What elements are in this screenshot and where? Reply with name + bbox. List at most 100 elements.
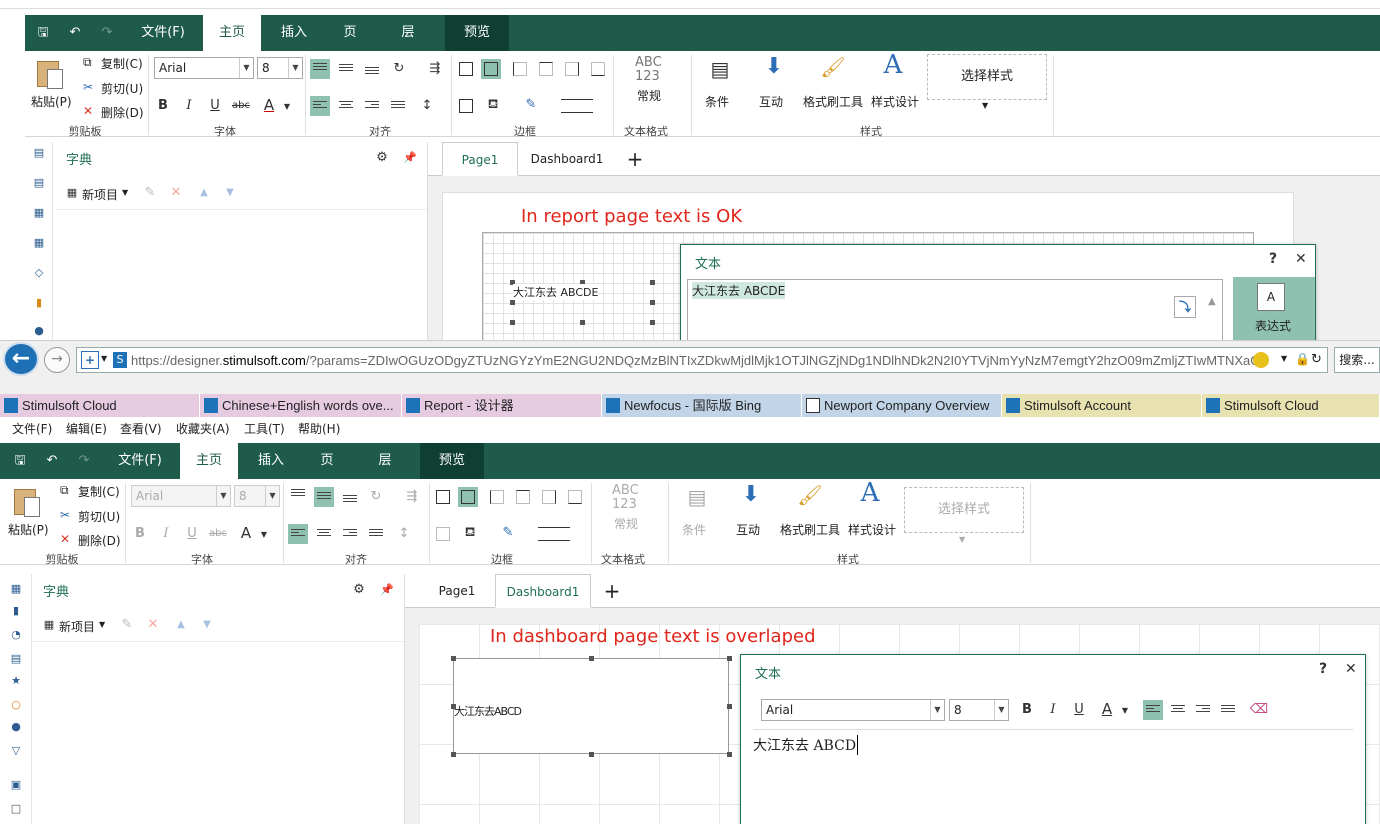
insert-expression-icon[interactable]: ⤵ — [1174, 296, 1196, 318]
text-editor-area[interactable]: 大江东去 ABCDE ⤵ ▲ — [687, 279, 1223, 340]
pin-icon[interactable]: 📌 — [377, 580, 397, 600]
tab-page1[interactable]: Page1 — [442, 142, 518, 176]
align-right-icon[interactable] — [1196, 705, 1210, 717]
text-format-button[interactable]: 常规 — [614, 515, 638, 532]
search-box[interactable]: 搜索... — [1334, 347, 1380, 373]
text-component[interactable]: 大江东去 ABCDE — [510, 280, 655, 325]
move-down-icon[interactable]: ▼ — [220, 183, 240, 203]
fill-color-icon[interactable]: ⛾ — [460, 523, 480, 543]
font-family-select[interactable]: Arial ▼ — [761, 699, 945, 721]
add-icon[interactable]: + — [81, 351, 99, 369]
condition-button[interactable]: 条件 — [705, 93, 729, 110]
undo-icon[interactable]: ↶ — [65, 23, 85, 43]
bold-button[interactable]: B — [153, 96, 173, 116]
menu-help[interactable]: 帮助(H) — [298, 420, 340, 437]
move-up-icon[interactable]: ▲ — [194, 183, 214, 203]
save-icon[interactable]: 🖫 — [10, 451, 30, 471]
font-family-select[interactable]: Arial ▼ — [154, 57, 254, 79]
tab-file[interactable]: 文件(F) — [131, 15, 195, 51]
tab-preview[interactable]: 预览 — [420, 443, 484, 479]
gear-icon[interactable]: ⚙ — [349, 580, 369, 600]
select-style-button[interactable]: 选择样式 — [927, 54, 1047, 100]
add-page-icon[interactable]: + — [620, 142, 650, 176]
cut-button[interactable]: 剪切(U) — [78, 508, 120, 525]
data-band-icon[interactable]: ▦ — [32, 206, 46, 220]
menu-file[interactable]: 文件(F) — [12, 420, 52, 437]
new-item-button[interactable]: 新项目 — [59, 618, 95, 635]
border-style-icon[interactable] — [561, 99, 593, 113]
redo-icon[interactable]: ↷ — [74, 451, 94, 471]
border-color-icon[interactable]: ✎ — [521, 95, 541, 115]
select-style-button[interactable]: 选择样式 — [904, 487, 1024, 533]
word-wrap-icon[interactable]: ⇶ — [402, 487, 422, 507]
menu-edit[interactable]: 编辑(E) — [66, 420, 107, 437]
border-right-icon[interactable] — [542, 490, 556, 504]
border-bottom-icon[interactable] — [591, 62, 605, 76]
edit-icon[interactable]: ✎ — [117, 615, 137, 635]
align-center-icon[interactable] — [1171, 705, 1185, 717]
tab-page[interactable]: 页 — [302, 443, 352, 479]
image-icon[interactable]: ▣ — [9, 778, 23, 792]
italic-button[interactable]: I — [1043, 700, 1063, 720]
format-painter-button[interactable]: 格式刷工具 — [780, 521, 840, 538]
shapes-icon[interactable]: ◇ — [32, 266, 46, 280]
italic-button[interactable]: I — [156, 524, 176, 544]
gear-icon[interactable]: ⚙ — [372, 148, 392, 168]
border-color-icon[interactable]: ✎ — [498, 523, 518, 543]
format-painter-button[interactable]: 格式刷工具 — [803, 93, 863, 110]
pivot-icon[interactable]: ▤ — [9, 652, 23, 666]
interaction-button[interactable]: 互动 — [759, 93, 783, 110]
underline-button[interactable]: U — [1069, 700, 1089, 720]
bold-button[interactable]: B — [130, 524, 150, 544]
menu-tools[interactable]: 工具(T) — [244, 420, 285, 437]
interaction-button[interactable]: 互动 — [736, 521, 760, 538]
table-icon[interactable]: ▦ — [9, 582, 23, 596]
rotate-text-icon[interactable]: ↻ — [389, 59, 409, 79]
favorite-item[interactable]: Newport Company Overview — [802, 394, 1002, 417]
favorite-item[interactable]: Report - 设计器 — [402, 394, 602, 417]
delete-button[interactable]: 删除(D) — [78, 532, 121, 549]
copy-button[interactable]: 复制(C) — [101, 55, 143, 72]
tab-page[interactable]: 页 — [325, 15, 375, 51]
chart-icon[interactable]: ▮ — [9, 604, 23, 618]
bold-button[interactable]: B — [1017, 700, 1037, 720]
style-design-button[interactable]: 样式设计 — [871, 93, 919, 110]
chart-icon[interactable]: ▮ — [32, 296, 46, 310]
font-color-button[interactable]: A — [236, 523, 256, 543]
paste-icon[interactable] — [35, 59, 65, 89]
border-left-icon[interactable] — [490, 490, 504, 504]
tab-page1[interactable]: Page1 — [419, 574, 495, 608]
save-icon[interactable]: 🖫 — [33, 23, 53, 43]
line-spacing-icon[interactable]: ↕ — [417, 96, 437, 116]
table-icon[interactable]: ▦ — [32, 236, 46, 250]
border-all-icon[interactable] — [459, 62, 473, 76]
strikethrough-button[interactable]: abc — [208, 524, 228, 544]
expression-button[interactable]: A 表达式 — [1233, 277, 1315, 340]
move-down-icon[interactable]: ▼ — [197, 615, 217, 635]
border-top-icon[interactable] — [516, 490, 530, 504]
favorite-item[interactable]: Stimulsoft Cloud — [0, 394, 200, 417]
align-middle-icon[interactable] — [339, 64, 353, 76]
scroll-up-icon[interactable]: ▲ — [1208, 296, 1216, 307]
text-element[interactable]: 大江东去ABCD — [451, 656, 732, 757]
border-right-icon[interactable] — [565, 62, 579, 76]
tab-home[interactable]: 主页 — [180, 443, 238, 479]
word-wrap-icon[interactable]: ⇶ — [425, 59, 445, 79]
delete-icon[interactable]: ✕ — [166, 183, 186, 203]
text-editor-content[interactable]: 大江东去 ABCD — [753, 735, 859, 755]
compat-icon[interactable] — [1253, 352, 1269, 368]
filter-icon[interactable]: ▽ — [9, 744, 23, 758]
favorite-item[interactable]: Chinese+English words ove... — [200, 394, 402, 417]
menu-view[interactable]: 查看(V) — [120, 420, 162, 437]
favorite-item[interactable]: Newfocus - 国际版 Bing — [602, 394, 802, 417]
line-spacing-icon[interactable]: ↕ — [394, 524, 414, 544]
rotate-text-icon[interactable]: ↻ — [366, 487, 386, 507]
paste-button[interactable]: 粘贴(P) — [8, 521, 49, 538]
menu-favorites[interactable]: 收藏夹(A) — [176, 420, 230, 437]
border-left-icon[interactable] — [513, 62, 527, 76]
close-button[interactable]: ✕ — [1345, 661, 1357, 677]
font-family-select[interactable]: Arial ▼ — [131, 485, 231, 507]
tab-insert[interactable]: 插入 — [269, 15, 319, 51]
refresh-icon[interactable]: ↻ — [1311, 352, 1322, 367]
condition-button[interactable]: 条件 — [682, 521, 706, 538]
